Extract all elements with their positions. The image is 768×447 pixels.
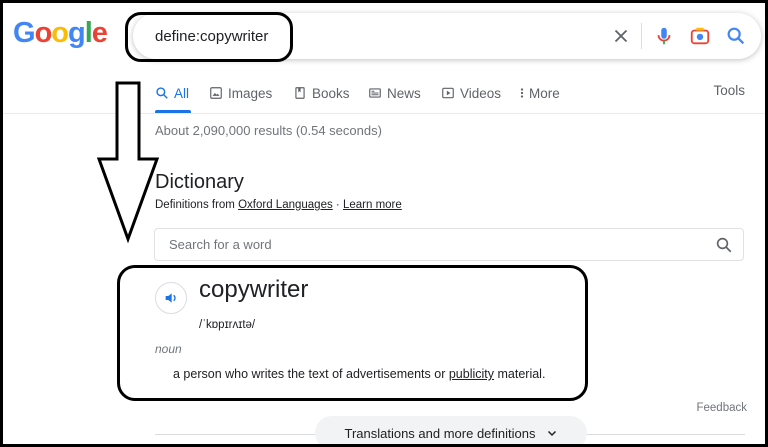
search-bar-divider bbox=[641, 23, 642, 49]
translations-button[interactable]: Translations and more definitions bbox=[315, 416, 587, 444]
learn-more-link[interactable]: Learn more bbox=[343, 199, 402, 211]
search-icon[interactable] bbox=[725, 25, 747, 47]
tab-videos[interactable]: Videos bbox=[441, 83, 501, 103]
dictionary-title: Dictionary bbox=[155, 171, 244, 193]
play-icon bbox=[442, 87, 454, 99]
word-search-box[interactable] bbox=[154, 228, 744, 261]
tools-button[interactable]: Tools bbox=[713, 83, 745, 98]
camera-icon[interactable] bbox=[689, 25, 711, 47]
chevron-down-icon bbox=[547, 430, 556, 437]
google-logo[interactable]: Google bbox=[13, 17, 108, 50]
feedback-link[interactable]: Feedback bbox=[696, 402, 747, 414]
tab-more[interactable]: More bbox=[519, 83, 560, 103]
news-icon bbox=[369, 88, 381, 98]
microphone-icon[interactable] bbox=[653, 25, 675, 47]
close-icon[interactable] bbox=[610, 25, 632, 47]
annotation-arrow-down bbox=[97, 81, 160, 243]
word-search-input[interactable] bbox=[167, 236, 691, 253]
screenshot-frame: Google define:copywriter All Images Book… bbox=[3, 3, 765, 444]
tab-images[interactable]: Images bbox=[209, 83, 272, 103]
dictionary-source: Definitions from Oxford Languages · Lear… bbox=[155, 199, 402, 211]
oxford-languages-link[interactable]: Oxford Languages bbox=[238, 199, 333, 211]
result-stats: About 2,090,000 results (0.54 seconds) bbox=[155, 123, 382, 138]
annotation-box-query bbox=[125, 12, 293, 62]
book-icon bbox=[295, 87, 305, 99]
tab-books[interactable]: Books bbox=[293, 83, 350, 103]
annotation-box-entry bbox=[117, 265, 588, 401]
more-vert-icon bbox=[520, 88, 524, 98]
search-icon[interactable] bbox=[715, 236, 733, 254]
tab-news[interactable]: News bbox=[368, 83, 421, 103]
image-icon bbox=[210, 87, 222, 99]
